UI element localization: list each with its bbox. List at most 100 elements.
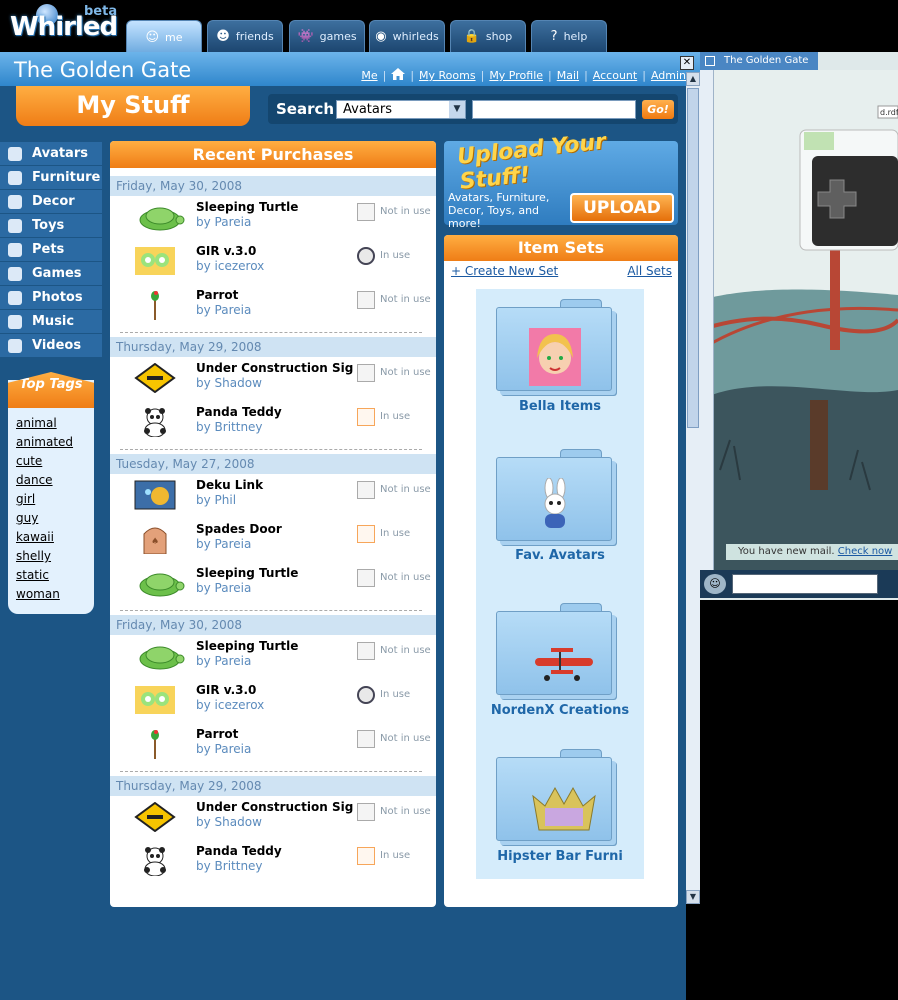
search-input[interactable] bbox=[472, 100, 636, 119]
link-mail[interactable]: Mail bbox=[557, 69, 579, 82]
item-thumbnail[interactable] bbox=[134, 685, 176, 715]
item-creator[interactable]: by Pareia bbox=[196, 581, 251, 595]
link-admin[interactable]: Admin bbox=[651, 69, 686, 82]
item-name[interactable]: Sleeping Turtle bbox=[196, 639, 298, 653]
item-name[interactable]: GIR v.3.0 bbox=[196, 244, 256, 258]
item-creator[interactable]: by Shadow bbox=[196, 376, 262, 390]
in-use-icon[interactable] bbox=[357, 847, 375, 865]
link-account[interactable]: Account bbox=[593, 69, 637, 82]
item-name[interactable]: Under Construction Sig bbox=[196, 800, 353, 814]
item-name[interactable]: Under Construction Sig bbox=[196, 361, 353, 375]
purchase-item[interactable]: Deku Link by Phil Not in use bbox=[110, 474, 436, 518]
item-thumbnail[interactable] bbox=[134, 246, 176, 276]
item-thumbnail[interactable] bbox=[134, 846, 176, 877]
tag-link[interactable]: girl bbox=[16, 492, 73, 511]
in-use-icon[interactable] bbox=[357, 408, 375, 426]
tag-link[interactable]: static bbox=[16, 568, 73, 587]
item-creator[interactable]: by Pareia bbox=[196, 537, 251, 551]
item-set-folder[interactable] bbox=[496, 299, 620, 395]
chat-mode-icon[interactable]: ☺ bbox=[704, 574, 726, 594]
item-creator[interactable]: by Brittney bbox=[196, 420, 263, 434]
item-name[interactable]: Sleeping Turtle bbox=[196, 200, 298, 214]
purchase-item[interactable]: Panda Teddy by Brittney In use bbox=[110, 401, 436, 445]
upload-button[interactable]: UPLOAD bbox=[570, 193, 674, 223]
nav-tab-whirleds[interactable]: ◉ whirleds bbox=[369, 20, 445, 52]
world-tab[interactable]: The Golden Gate bbox=[700, 52, 818, 70]
item-name[interactable]: Parrot bbox=[196, 727, 238, 741]
purchase-item[interactable]: Sleeping Turtle by Pareia Not in use bbox=[110, 196, 436, 240]
purchase-item[interactable]: Parrot by Pareia Not in use bbox=[110, 284, 436, 328]
item-creator[interactable]: by icezerox bbox=[196, 259, 264, 273]
item-name[interactable]: Sleeping Turtle bbox=[196, 566, 298, 580]
purchase-item[interactable]: Parrot by Pareia Not in use bbox=[110, 723, 436, 767]
item-thumbnail[interactable] bbox=[134, 641, 185, 671]
item-thumbnail[interactable] bbox=[134, 729, 176, 759]
nav-tab-friends[interactable]: ☻ friends bbox=[207, 20, 283, 52]
item-set-folder[interactable] bbox=[496, 449, 620, 545]
item-name[interactable]: Parrot bbox=[196, 288, 238, 302]
purchase-item[interactable]: ♠ Spades Door by Pareia In use bbox=[110, 518, 436, 562]
not-in-use-icon[interactable] bbox=[357, 803, 375, 821]
link-my-rooms[interactable]: My Rooms bbox=[419, 69, 476, 82]
in-use-icon[interactable] bbox=[357, 525, 375, 543]
not-in-use-icon[interactable] bbox=[357, 364, 375, 382]
main-scrollbar[interactable]: ▲ ▼ bbox=[686, 72, 700, 904]
item-set-label[interactable]: Bella Items bbox=[476, 399, 644, 414]
world-scene[interactable]: d.rdf bbox=[700, 70, 898, 590]
purchase-item[interactable]: GIR v.3.0 by icezerox In use bbox=[110, 679, 436, 723]
chat-input[interactable] bbox=[732, 574, 878, 594]
sidebar-item-avatars[interactable]: Avatars bbox=[0, 142, 102, 166]
tag-link[interactable]: guy bbox=[16, 511, 73, 530]
scroll-down-icon[interactable]: ▼ bbox=[686, 890, 700, 904]
item-thumbnail[interactable] bbox=[134, 480, 176, 510]
not-in-use-icon[interactable] bbox=[357, 291, 375, 309]
item-set-folder[interactable] bbox=[496, 749, 620, 845]
nav-tab-games[interactable]: 👾 games bbox=[289, 20, 365, 52]
not-in-use-icon[interactable] bbox=[357, 730, 375, 748]
item-creator[interactable]: by Pareia bbox=[196, 742, 251, 756]
item-thumbnail[interactable] bbox=[134, 407, 176, 438]
item-thumbnail[interactable] bbox=[134, 290, 176, 320]
purchase-item[interactable]: Sleeping Turtle by Pareia Not in use bbox=[110, 635, 436, 679]
sidebar-item-decor[interactable]: Decor bbox=[0, 190, 102, 214]
item-name[interactable]: Deku Link bbox=[196, 478, 263, 492]
tag-link[interactable]: kawaii bbox=[16, 530, 73, 549]
search-category-select[interactable]: Avatars ▼ bbox=[336, 100, 466, 119]
item-creator[interactable]: by Brittney bbox=[196, 859, 263, 873]
item-name[interactable]: Panda Teddy bbox=[196, 405, 282, 419]
purchase-item[interactable]: Under Construction Sig by Shadow Not in us… bbox=[110, 796, 436, 840]
item-thumbnail[interactable] bbox=[134, 202, 185, 232]
item-thumbnail[interactable]: ♠ bbox=[134, 524, 176, 555]
purchase-item[interactable]: GIR v.3.0 by icezerox In use bbox=[110, 240, 436, 284]
link-my-profile[interactable]: My Profile bbox=[489, 69, 543, 82]
all-sets-link[interactable]: All Sets bbox=[627, 264, 672, 278]
item-thumbnail[interactable] bbox=[134, 801, 176, 833]
scrollbar-thumb[interactable] bbox=[687, 88, 699, 428]
item-creator[interactable]: by icezerox bbox=[196, 698, 264, 712]
sidebar-item-toys[interactable]: Toys bbox=[0, 214, 102, 238]
nav-tab-me[interactable]: ☺ me bbox=[126, 20, 202, 54]
not-in-use-icon[interactable] bbox=[357, 642, 375, 660]
tag-link[interactable]: dance bbox=[16, 473, 73, 492]
tag-link[interactable]: cute bbox=[16, 454, 73, 473]
check-now-link[interactable]: Check now bbox=[838, 546, 893, 557]
nav-tab-shop[interactable]: 🔒 shop bbox=[450, 20, 526, 52]
tag-link[interactable]: animal bbox=[16, 416, 73, 435]
item-creator[interactable]: by Phil bbox=[196, 493, 236, 507]
purchase-item[interactable]: Sleeping Turtle by Pareia Not in use bbox=[110, 562, 436, 606]
sidebar-item-games[interactable]: Games bbox=[0, 262, 102, 286]
nav-tab-help[interactable]: ? help bbox=[531, 20, 607, 52]
item-creator[interactable]: by Pareia bbox=[196, 654, 251, 668]
item-creator[interactable]: by Pareia bbox=[196, 215, 251, 229]
item-thumbnail[interactable] bbox=[134, 362, 176, 394]
item-name[interactable]: Panda Teddy bbox=[196, 844, 282, 858]
sidebar-item-pets[interactable]: Pets bbox=[0, 238, 102, 262]
item-creator[interactable]: by Shadow bbox=[196, 815, 262, 829]
item-set-label[interactable]: NordenX Creations bbox=[476, 703, 644, 718]
not-in-use-icon[interactable] bbox=[357, 481, 375, 499]
item-name[interactable]: GIR v.3.0 bbox=[196, 683, 256, 697]
purchase-item[interactable]: Under Construction Sig by Shadow Not in us… bbox=[110, 357, 436, 401]
not-in-use-icon[interactable] bbox=[357, 569, 375, 587]
tag-link[interactable]: woman bbox=[16, 587, 73, 606]
world-scrollbar[interactable] bbox=[700, 70, 714, 580]
